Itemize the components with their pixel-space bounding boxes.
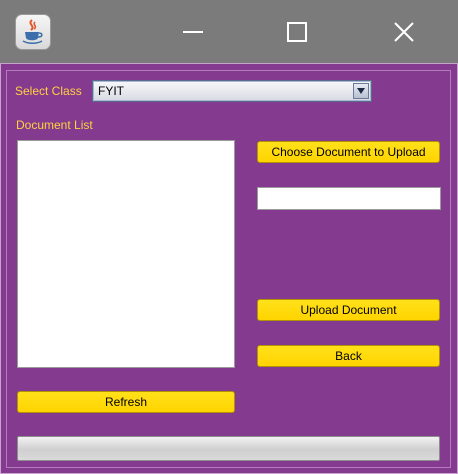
- file-path-field[interactable]: [257, 187, 441, 210]
- back-button[interactable]: Back: [257, 345, 440, 367]
- upload-document-button[interactable]: Upload Document: [257, 299, 440, 321]
- refresh-button[interactable]: Refresh: [17, 391, 235, 413]
- close-button[interactable]: [386, 14, 422, 50]
- class-select-value: FYIT: [98, 84, 124, 98]
- maximize-icon: [287, 22, 307, 42]
- minimize-button[interactable]: [175, 14, 211, 50]
- title-bar: [0, 0, 458, 63]
- java-cup-icon: [15, 14, 51, 50]
- class-select-dropdown[interactable]: FYIT: [92, 80, 372, 102]
- upload-progress-bar: [17, 436, 440, 461]
- minimize-icon: [183, 31, 203, 33]
- maximize-button[interactable]: [279, 14, 315, 50]
- document-list[interactable]: [17, 140, 235, 368]
- close-icon: [394, 22, 414, 42]
- document-list-label: Document List: [16, 118, 93, 132]
- chevron-down-icon: [357, 88, 365, 94]
- choose-document-button[interactable]: Choose Document to Upload: [257, 141, 440, 163]
- select-class-label: Select Class: [15, 84, 82, 98]
- dropdown-arrow-button[interactable]: [353, 83, 369, 99]
